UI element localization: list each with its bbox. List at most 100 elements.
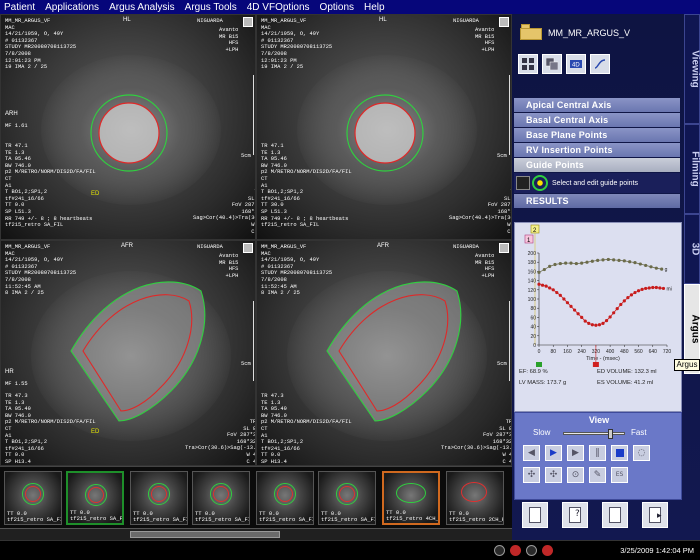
scale-bar: [509, 301, 510, 381]
acquisition-params: TR 47.1 TE 1.3 TA 05.46 BW 746.0 p2 M/RE…: [5, 143, 96, 229]
series-point-0: [633, 261, 637, 265]
step-base-plane-points[interactable]: Base Plane Points: [514, 128, 680, 142]
cine-speed-slider-thumb[interactable]: [608, 429, 614, 439]
institution-label: NIGUARDA: [197, 18, 223, 24]
curve-tool-icon[interactable]: [590, 54, 610, 74]
geometry-params: TP 0 SL 8.0 FoV 287*360 168*320s Sag>Cor…: [193, 189, 255, 235]
pause-icon[interactable]: ‖: [589, 445, 606, 461]
series-point-0: [569, 261, 573, 265]
menu-applications[interactable]: Applications: [41, 2, 105, 13]
viewport-corner-button[interactable]: [243, 17, 253, 27]
menu-patient[interactable]: Patient: [0, 2, 41, 13]
series-point-0: [606, 257, 610, 262]
orientation-left: ARH: [5, 111, 18, 117]
thumbnail[interactable]: TT 0.0 tf215_retro 2CH_FIL: [446, 471, 504, 525]
menu-4d-vfoptions[interactable]: 4D VFOptions: [243, 2, 316, 13]
volume-icon[interactable]: [510, 545, 521, 556]
series-point-0: [628, 260, 632, 264]
series-point-1: [658, 286, 662, 290]
copy-images-icon[interactable]: [542, 54, 562, 74]
institution-label: NIGUARDA: [453, 244, 479, 250]
print-document-icon[interactable]: [602, 502, 628, 528]
series-point-1: [644, 286, 648, 291]
series-point-0: [638, 262, 642, 266]
edit-contour-icon[interactable]: ✎: [589, 467, 606, 483]
step-basal-central-axis[interactable]: Basal Central Axis: [514, 113, 680, 127]
menu-argus-tools[interactable]: Argus Tools: [181, 2, 243, 13]
network-icon[interactable]: [494, 545, 505, 556]
step-rv-insertion-points[interactable]: RV Insertion Points: [514, 143, 680, 157]
thumbnail[interactable]: TT 0.0 tf215_retro SA_FIL: [192, 471, 250, 525]
menu-options[interactable]: Options: [316, 2, 360, 13]
series-point-1: [562, 297, 566, 301]
menu-help[interactable]: Help: [360, 2, 391, 13]
es-ed-icon[interactable]: ES: [611, 467, 628, 483]
thumbnail[interactable]: TT 0.0 tf215_retro SA_FIL: [256, 471, 314, 525]
thumbnail[interactable]: TT 0.0 tf215_retro SA_FIL: [4, 471, 62, 525]
institution-label: NIGUARDA: [197, 244, 223, 250]
status-icon[interactable]: [526, 545, 537, 556]
thumbnail-selected[interactable]: TT 0.0 tf215_retro SA_FIL: [66, 471, 124, 525]
tab-3d[interactable]: 3D: [684, 214, 700, 284]
4d-view-icon[interactable]: 4D: [566, 54, 586, 74]
series-point-1: [608, 315, 612, 319]
series-point-1: [548, 286, 552, 290]
thumbnail[interactable]: TT 0.0 tf215_retro SA_FIL: [318, 471, 376, 525]
layout-grid-icon[interactable]: [518, 54, 538, 74]
step-forward-icon[interactable]: ▶: [567, 445, 584, 461]
scanner-info: Avanto MR B15 HFS +LPH: [475, 27, 495, 53]
series-point-1: [537, 282, 541, 286]
export-icon[interactable]: ▸: [642, 502, 668, 528]
series-point-0: [580, 261, 584, 265]
report-icon[interactable]: [522, 502, 548, 528]
magnification-factor: MF 1.61: [5, 123, 28, 129]
thumbnail-scrollbar[interactable]: [0, 528, 512, 540]
geometry-params: TP 0 SL 8.0 FoV 287*360 168*320s Sag>Cor…: [449, 189, 511, 235]
x-tick-label: 160: [563, 349, 572, 355]
series-point-1: [640, 287, 644, 291]
guide-thumbnail-icon[interactable]: [516, 176, 530, 190]
series-point-1: [604, 319, 609, 323]
series-point-0: [537, 270, 541, 274]
play-icon[interactable]: ▶: [545, 445, 562, 461]
viewport-long-axis-2[interactable]: MM_MR_ARGUS_VF MAC 14/21/1959, O, 49Y # …: [256, 240, 512, 466]
step-back-icon[interactable]: ◀: [523, 445, 540, 461]
series-end-label-0: g: [665, 267, 668, 273]
geometry-params: TP 0 SL 8.0 FoV 287*360 168*320s Tra>Cor…: [185, 419, 256, 465]
cross-reference-icon[interactable]: ✣: [523, 467, 540, 483]
step-apical-central-axis[interactable]: Apical Central Axis: [514, 98, 680, 112]
sync-icon[interactable]: ⊙: [567, 467, 584, 483]
guide-points-icon[interactable]: [532, 175, 548, 191]
series-point-0: [548, 264, 552, 268]
argus-tooltip: Argus: [674, 359, 700, 371]
help-document-icon[interactable]: ?: [562, 502, 588, 528]
cine-speed-slider[interactable]: [563, 429, 625, 439]
x-tick-label: 720: [663, 349, 672, 355]
viewport-corner-button[interactable]: [499, 243, 509, 253]
viewport-short-axis-1[interactable]: MM_MR_ARGUS_VF MAC 14/21/1959, O, 49Y # …: [0, 14, 256, 240]
thumb-epi-contour: [210, 483, 232, 505]
thumb-epi-contour: [336, 483, 358, 505]
scale-bar: [253, 75, 254, 155]
scrollbar-thumb[interactable]: [130, 531, 280, 538]
viewport-corner-button[interactable]: [243, 243, 253, 253]
stop-icon[interactable]: [611, 445, 628, 461]
series-point-1: [576, 312, 580, 316]
alert-icon[interactable]: [542, 545, 553, 556]
series-point-0: [649, 265, 653, 269]
step-results[interactable]: RESULTS: [514, 194, 680, 208]
viewport-long-axis-1[interactable]: MM_MR_ARGUS_VF MAC 14/21/1959, O, 49Y # …: [0, 240, 256, 466]
loop-icon[interactable]: ◌: [633, 445, 650, 461]
scanner-info: Avanto MR B15 HFS +LPH: [219, 27, 239, 53]
step-guide-points[interactable]: Guide Points: [514, 158, 680, 172]
series-point-0: [574, 261, 578, 266]
thumbnail[interactable]: TT 0.0 tf215_retro SA_FIL: [130, 471, 188, 525]
menu-argus-analysis[interactable]: Argus Analysis: [105, 2, 181, 13]
tab-viewing[interactable]: Viewing: [684, 14, 700, 124]
cross-reference-2-icon[interactable]: ✣: [545, 467, 562, 483]
x-tick-label: 0: [538, 349, 541, 355]
viewport-short-axis-2[interactable]: MM_MR_ARGUS_VF MAC 14/21/1959, O, 49Y # …: [256, 14, 512, 240]
thumbnail-selected-long-axis[interactable]: TT 0.0 tf215_retro 4CH_FIL: [382, 471, 440, 525]
series-point-1: [583, 319, 587, 323]
viewport-corner-button[interactable]: [499, 17, 509, 27]
